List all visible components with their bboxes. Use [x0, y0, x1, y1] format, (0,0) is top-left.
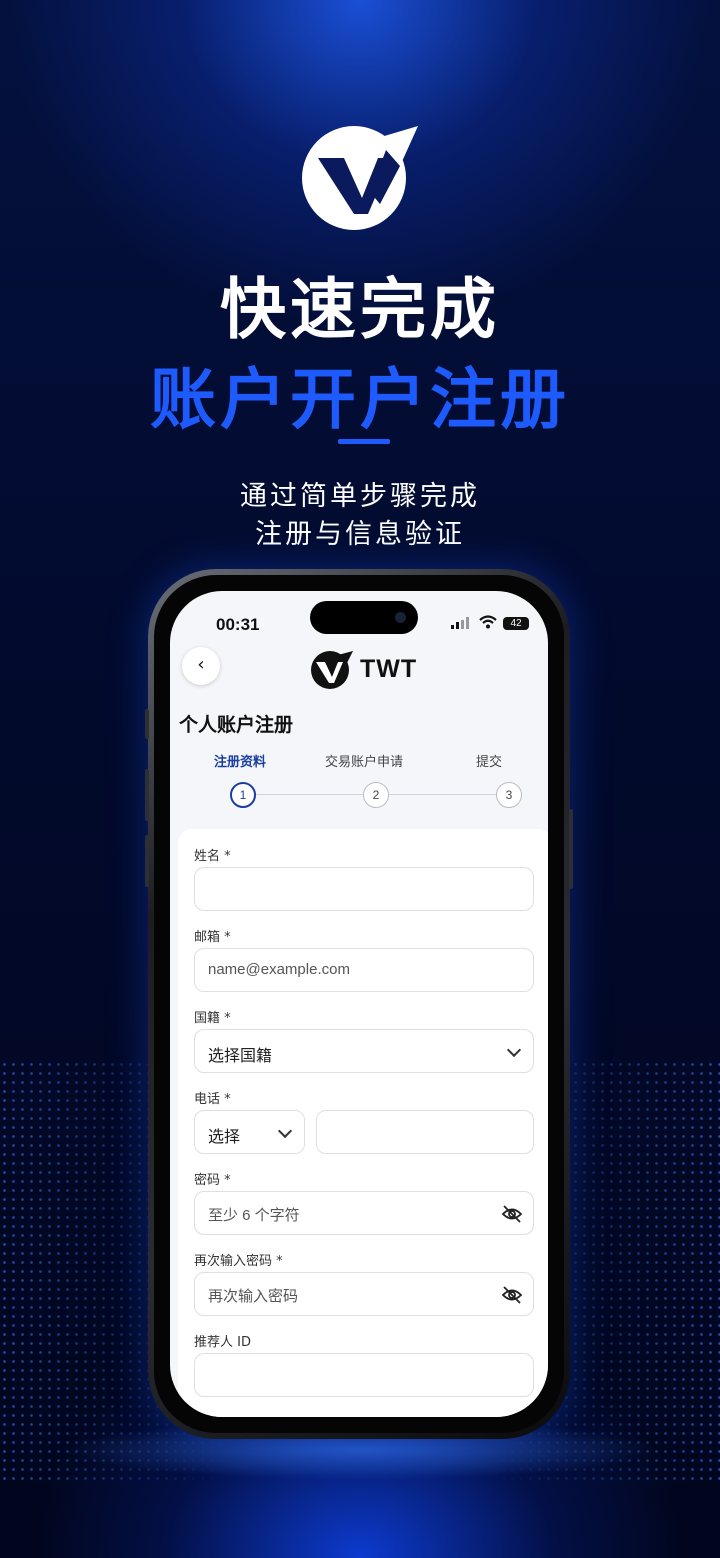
password-confirm-field[interactable]: 再次输入密码	[194, 1272, 534, 1316]
password-field[interactable]: 至少 6 个字符	[194, 1191, 534, 1235]
email-placeholder: name@example.com	[208, 961, 350, 978]
nationality-label: 国籍 *	[194, 1011, 231, 1026]
app-screen: 00:31 42 ‹ TWT 个人账户注册 注册资料 交易账户申请 提交 1 2…	[170, 591, 548, 1417]
name-field[interactable]	[194, 867, 534, 911]
hero-divider	[338, 439, 390, 444]
hero-title-line2: 账户开户注册	[150, 361, 570, 438]
name-label: 姓名 *	[194, 849, 231, 864]
back-button[interactable]: ‹	[182, 647, 220, 685]
twt-logo-icon	[311, 651, 353, 689]
hero-subtitle-line1: 通过简单步骤完成	[240, 481, 480, 512]
phone-power-button	[569, 809, 573, 889]
password-label: 密码 *	[194, 1173, 231, 1188]
brand-name: TWT	[360, 655, 418, 683]
phone-label: 电话 *	[194, 1092, 231, 1107]
registration-form: 姓名 * 邮箱 * name@example.com 国籍 * 选择国籍 电话 …	[178, 829, 548, 1417]
chevron-down-icon	[506, 1042, 522, 1058]
referrer-field[interactable]	[194, 1353, 534, 1397]
phone-code-value: 选择	[208, 1129, 241, 1146]
nationality-value: 选择国籍	[208, 1048, 273, 1065]
step-connector-1	[254, 794, 364, 795]
step-label-3[interactable]: 提交	[476, 751, 502, 770]
step-circle-3[interactable]: 3	[496, 782, 522, 808]
password-placeholder: 至少 6 个字符	[208, 1207, 300, 1224]
referrer-label: 推荐人 ID	[194, 1335, 251, 1350]
hero-subtitle-line2: 注册与信息验证	[255, 519, 465, 550]
chevron-down-icon	[277, 1123, 293, 1139]
nationality-select[interactable]: 选择国籍	[194, 1029, 534, 1073]
phone-action-button	[145, 709, 149, 739]
page-title: 个人账户注册	[179, 714, 294, 736]
email-label: 邮箱 *	[194, 930, 231, 945]
step-label-1[interactable]: 注册资料	[214, 751, 266, 770]
status-bar: 00:31 42	[170, 591, 548, 639]
hero-title-line1: 快速完成	[220, 271, 500, 348]
step-circle-2[interactable]: 2	[363, 782, 389, 808]
eye-off-icon[interactable]	[501, 1284, 523, 1306]
phone-volume-up	[145, 769, 149, 821]
password-confirm-placeholder: 再次输入密码	[208, 1288, 299, 1305]
email-field[interactable]: name@example.com	[194, 948, 534, 992]
phone-code-select[interactable]: 选择	[194, 1110, 305, 1154]
twt-logo-icon	[302, 126, 418, 230]
wifi-icon	[479, 615, 497, 629]
password-confirm-label: 再次输入密码 *	[194, 1254, 283, 1269]
phone-volume-down	[145, 835, 149, 887]
eye-off-icon[interactable]	[501, 1203, 523, 1225]
dynamic-island	[310, 601, 418, 634]
battery-icon: 42	[503, 617, 529, 630]
phone-number-field[interactable]	[316, 1110, 534, 1154]
step-label-2[interactable]: 交易账户申请	[325, 751, 403, 770]
step-connector-2	[388, 794, 498, 795]
phone-mockup: 00:31 42 ‹ TWT 个人账户注册 注册资料 交易账户申请 提交 1 2…	[145, 569, 573, 1439]
signal-icon	[451, 617, 469, 629]
step-circle-1[interactable]: 1	[230, 782, 256, 808]
status-time: 00:31	[216, 615, 260, 634]
